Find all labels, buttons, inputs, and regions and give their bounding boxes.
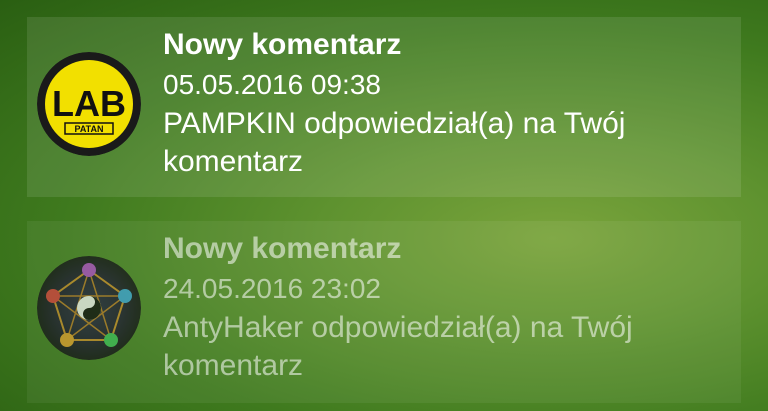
notification-list: { "notifications": [ { "title": "Nowy ko…	[0, 0, 768, 411]
notification-message: PAMPKIN odpowiedział(a) na Twój komentar…	[163, 107, 626, 178]
avatar	[37, 256, 141, 360]
lab-patan-logo-icon: LAB PATAN	[37, 52, 141, 156]
avatar-logo-subtext: PATAN	[75, 124, 104, 134]
avatar: LAB PATAN	[37, 52, 141, 156]
avatar-logo-text: LAB	[52, 83, 126, 124]
notification-time: 24.05.2016 23:02	[163, 273, 381, 304]
notification-content: Nowy komentarz 05.05.2016 09:38 PAMPKIN …	[163, 25, 683, 181]
notification-item[interactable]: LAB PATAN Nowy komentarz 05.05.2016 09:3…	[27, 17, 741, 197]
notification-time: 05.05.2016 09:38	[163, 69, 381, 100]
notification-content: Nowy komentarz 24.05.2016 23:02 AntyHake…	[163, 229, 683, 385]
notification-item[interactable]: Nowy komentarz 24.05.2016 23:02 AntyHake…	[27, 221, 741, 403]
notification-title: Nowy komentarz	[163, 28, 402, 61]
yin-yang-pentagram-icon	[37, 256, 141, 360]
notification-message: AntyHaker odpowiedział(a) na Twój koment…	[163, 311, 633, 382]
notification-title: Nowy komentarz	[163, 232, 402, 265]
